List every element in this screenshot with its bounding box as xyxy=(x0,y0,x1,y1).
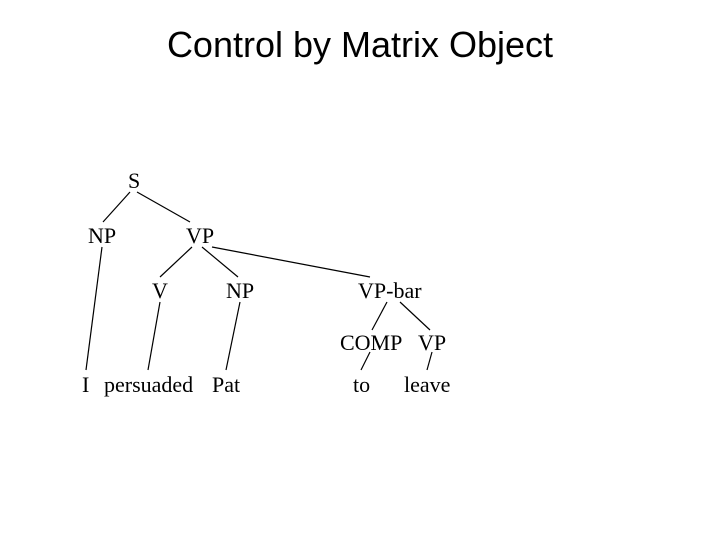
node-VP: VP xyxy=(186,223,214,249)
node-NP-subject: NP xyxy=(88,223,116,249)
word-Pat: Pat xyxy=(212,372,240,398)
node-S: S xyxy=(128,168,140,194)
diagram-stage: Control by Matrix Object S NP VP V NP VP… xyxy=(0,0,720,540)
tree-edges xyxy=(0,0,720,540)
word-persuaded: persuaded xyxy=(104,372,193,398)
node-NP-object: NP xyxy=(226,278,254,304)
word-to: to xyxy=(353,372,370,398)
node-V: V xyxy=(152,278,168,304)
node-VP-bar: VP-bar xyxy=(358,278,422,304)
node-VP-inner: VP xyxy=(418,330,446,356)
word-I: I xyxy=(82,372,89,398)
word-leave: leave xyxy=(404,372,450,398)
node-COMP: COMP xyxy=(340,330,402,356)
